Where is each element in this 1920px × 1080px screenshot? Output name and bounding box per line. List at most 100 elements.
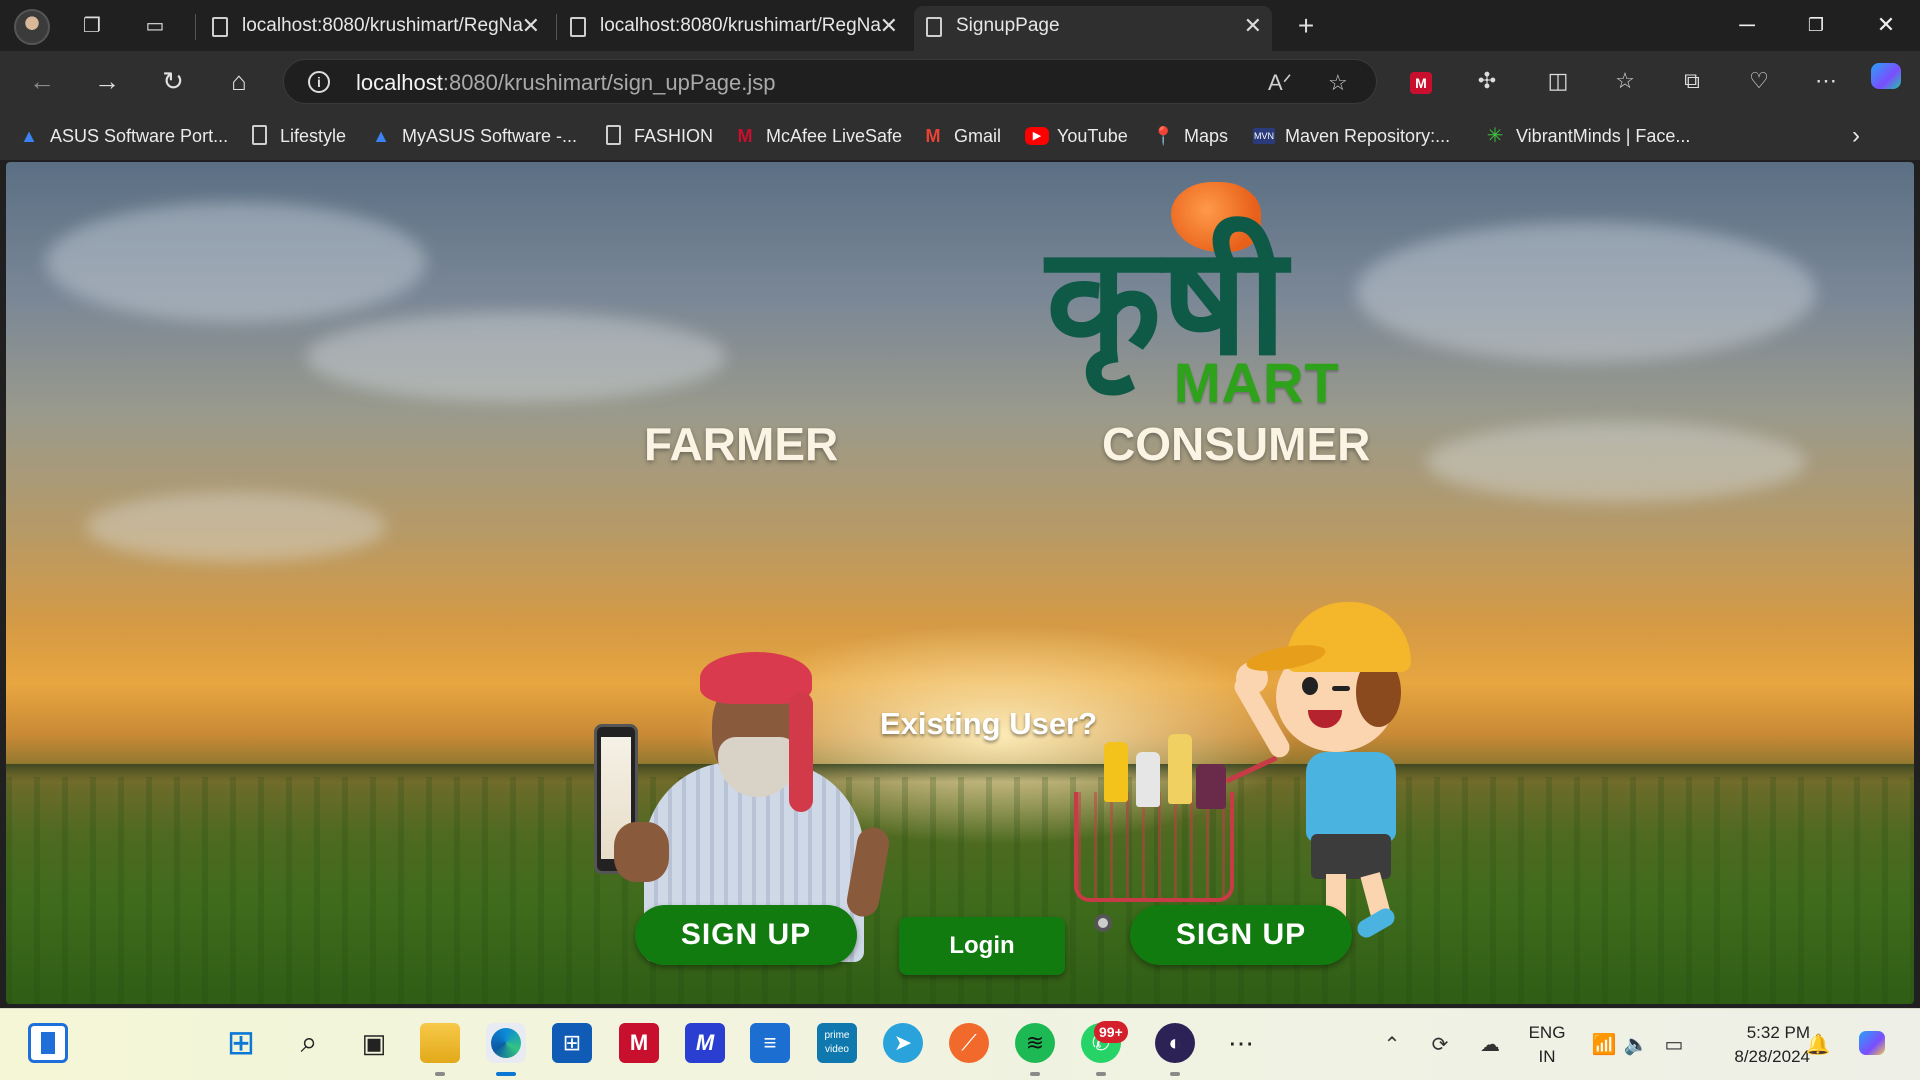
extensions-icon[interactable]: ✣	[1469, 63, 1505, 99]
new-tab-icon[interactable]: +	[1292, 12, 1320, 40]
site-info-icon[interactable]: i	[308, 71, 330, 93]
more-apps-icon[interactable]: ⋯	[1221, 1023, 1261, 1063]
workspaces-icon[interactable]: ❐	[78, 12, 106, 40]
kid-winking-eye	[1332, 686, 1350, 691]
page-icon	[606, 125, 621, 145]
widgets-icon[interactable]	[28, 1023, 68, 1063]
wifi-icon[interactable]: 📶	[1590, 1031, 1618, 1059]
page-icon	[926, 17, 942, 37]
copilot-taskbar-icon[interactable]	[1858, 1031, 1886, 1059]
close-tab-icon[interactable]: ✕	[1244, 6, 1262, 46]
volume-icon[interactable]: 🔈	[1622, 1031, 1650, 1059]
cloud-decoration	[86, 492, 386, 562]
bookmark-label: ASUS Software Port...	[50, 126, 229, 146]
edge-browser-icon[interactable]	[486, 1023, 526, 1063]
farmer-signup-button[interactable]: SIGN UP	[635, 905, 857, 965]
page-icon	[212, 17, 228, 37]
forward-icon[interactable]: →	[89, 63, 125, 99]
running-indicator	[1170, 1072, 1180, 1076]
bookmark-label: Gmail	[954, 126, 1002, 146]
mcafee-app-icon[interactable]: M	[619, 1023, 659, 1063]
back-icon[interactable]: ←	[24, 63, 60, 99]
restore-icon[interactable]: ❐	[1796, 8, 1836, 42]
bookmark-maven-repository[interactable]: MVN Maven Repository:...	[1253, 122, 1450, 150]
region-indicator[interactable]: IN	[1522, 1047, 1572, 1067]
grocery-jar	[1196, 764, 1226, 809]
read-aloud-icon[interactable]: Aᐟ	[1268, 70, 1292, 96]
bookmark-gmail[interactable]: M Gmail	[922, 122, 1002, 150]
show-hidden-icons-chevron-icon[interactable]: ⌃	[1378, 1031, 1406, 1059]
bookmark-lifestyle[interactable]: Lifestyle	[248, 122, 346, 150]
tab-separator	[195, 14, 196, 40]
notepad-icon[interactable]: ≡	[750, 1023, 790, 1063]
bookmark-label: Maps	[1184, 126, 1229, 146]
bookmark-myasus-software[interactable]: ▲ MyASUS Software -...	[370, 122, 577, 150]
kid-shirt	[1306, 752, 1396, 842]
close-window-icon[interactable]: ✕	[1866, 8, 1906, 42]
spotify-icon[interactable]: ≋	[1015, 1023, 1055, 1063]
search-icon[interactable]: ⌕	[289, 1023, 329, 1063]
notification-bell-icon[interactable]: 🔔	[1804, 1031, 1832, 1059]
profile-avatar[interactable]	[14, 9, 50, 45]
clock-date[interactable]: 8/28/2024	[1700, 1047, 1810, 1067]
close-tab-icon[interactable]: ✕	[880, 6, 898, 46]
tab-actions-icon[interactable]: ▭	[141, 12, 169, 40]
mcafee-icon: M	[737, 126, 753, 146]
kid-eye	[1302, 677, 1318, 695]
task-view-icon[interactable]: ▣	[354, 1023, 394, 1063]
bookmark-vibrantminds[interactable]: ✳ VibrantMinds | Face...	[1484, 122, 1691, 150]
bookmark-youtube[interactable]: ▶ YouTube	[1025, 122, 1128, 150]
telegram-icon[interactable]: ➤	[883, 1023, 923, 1063]
favorite-star-icon[interactable]: ☆	[1328, 70, 1348, 96]
cart-handle	[1225, 755, 1278, 784]
consumer-signup-button[interactable]: SIGN UP	[1130, 905, 1352, 965]
home-icon[interactable]: ⌂	[221, 63, 257, 99]
tab-regna-1[interactable]: localhost:8080/krushimart/RegNa ✕	[200, 6, 550, 51]
mcafee-extension-icon[interactable]: M	[1403, 63, 1439, 99]
url-text[interactable]: localhost:8080/krushimart/sign_upPage.js…	[356, 70, 776, 96]
bookmarks-overflow-chevron-icon[interactable]: ›	[1852, 122, 1860, 150]
battery-icon[interactable]: ▭	[1660, 1031, 1688, 1059]
bookmark-maps[interactable]: 📍 Maps	[1152, 122, 1228, 150]
split-screen-icon[interactable]: ◫	[1540, 63, 1576, 99]
windows-start-icon[interactable]: ⊞	[221, 1023, 261, 1063]
onedrive-cloud-icon[interactable]: ☁	[1476, 1031, 1504, 1059]
refresh-icon[interactable]: ↻	[155, 63, 191, 99]
more-menu-icon[interactable]: ⋯	[1808, 63, 1844, 99]
bookmark-asus-software-portal[interactable]: ▲ ASUS Software Port...	[18, 122, 228, 150]
address-bar[interactable]: i localhost:8080/krushimart/sign_upPage.…	[283, 59, 1377, 104]
favorites-icon[interactable]: ☆	[1607, 63, 1643, 99]
login-button[interactable]: Login	[899, 917, 1065, 975]
clock-time[interactable]: 5:32 PM	[1700, 1023, 1810, 1043]
running-indicator	[1096, 1072, 1106, 1076]
tab-signup-page[interactable]: SignupPage ✕	[914, 6, 1272, 51]
postman-icon[interactable]: ⟋	[949, 1023, 989, 1063]
url-path: :8080/krushimart/sign_upPage.jsp	[442, 70, 776, 95]
prime-video-icon[interactable]: prime video	[817, 1023, 857, 1063]
mathpix-icon[interactable]: M	[685, 1023, 725, 1063]
title-bar: ❐ ▭ localhost:8080/krushimart/RegNa ✕ lo…	[0, 0, 1920, 51]
page-icon	[570, 17, 586, 37]
running-indicator	[1030, 1072, 1040, 1076]
sync-icon[interactable]: ⟳	[1426, 1031, 1454, 1059]
cloud-decoration	[46, 202, 426, 322]
grocery-bottle	[1136, 752, 1160, 807]
browser-essentials-icon[interactable]: ♡	[1741, 63, 1777, 99]
tab-title: localhost:8080/krushimart/RegNa	[600, 15, 881, 36]
collections-icon[interactable]: ⧉	[1674, 63, 1710, 99]
bookmark-mcafee-livesafe[interactable]: M McAfee LiveSafe	[734, 122, 903, 150]
minimize-icon[interactable]: ─	[1727, 8, 1767, 42]
microsoft-store-icon[interactable]: ⊞	[552, 1023, 592, 1063]
tab-regna-2[interactable]: localhost:8080/krushimart/RegNa ✕	[558, 6, 908, 51]
copilot-icon[interactable]	[1868, 63, 1904, 99]
vibrantminds-icon: ✳	[1486, 125, 1504, 147]
close-tab-icon[interactable]: ✕	[522, 6, 540, 46]
file-explorer-icon[interactable]	[420, 1023, 460, 1063]
bookmarks-bar: ▲ ASUS Software Port... Lifestyle ▲ MyAS…	[0, 112, 1920, 160]
tab-title: localhost:8080/krushimart/RegNa	[242, 15, 523, 36]
language-indicator[interactable]: ENG	[1522, 1023, 1572, 1043]
bookmark-fashion[interactable]: FASHION	[602, 122, 713, 150]
eclipse-ide-icon[interactable]: ◐	[1155, 1023, 1195, 1063]
krushimart-logo: कृषी MART	[1046, 182, 1376, 422]
logo-mart-text: MART	[1174, 351, 1340, 414]
